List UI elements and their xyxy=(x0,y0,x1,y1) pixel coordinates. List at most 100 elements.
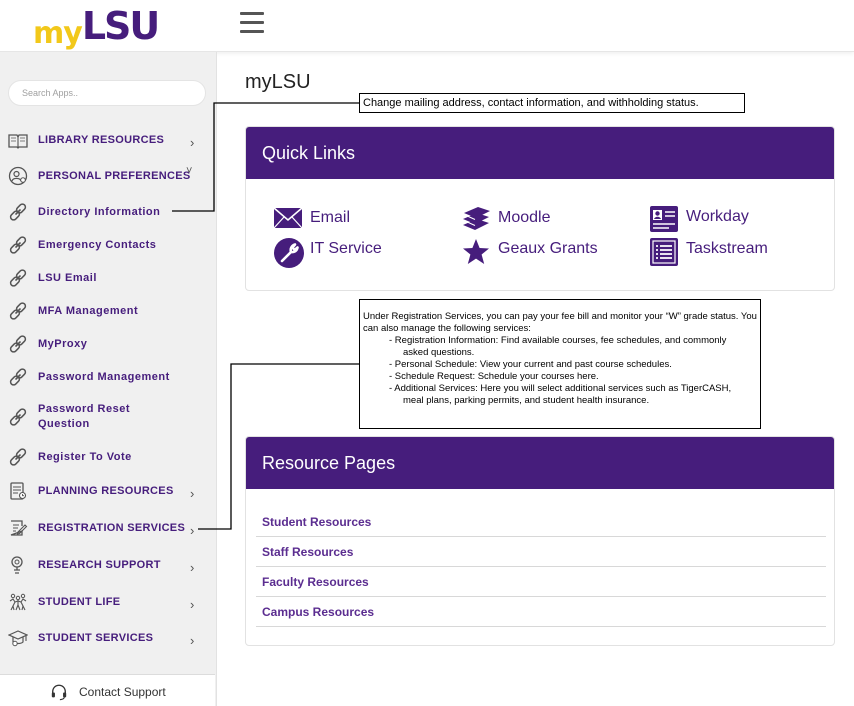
envelope-icon xyxy=(273,207,303,229)
resource-link-label: Campus Resources xyxy=(262,605,375,619)
callout-personal-preferences: Change mailing address, contact informat… xyxy=(359,93,745,113)
logo-lsu: LSU xyxy=(81,4,160,48)
link-icon xyxy=(9,203,27,221)
quick-link-geaux-grants[interactable]: Geaux Grants xyxy=(461,237,611,264)
quick-link-label: Geaux Grants xyxy=(498,240,598,257)
callout-item: - Registration Information: Find availab… xyxy=(389,335,727,346)
sidebar-item-student-life[interactable]: STUDENT LIFE › xyxy=(0,592,215,614)
quick-link-email[interactable]: Email xyxy=(273,206,423,232)
callout-item: asked questions. xyxy=(403,347,475,358)
logo-my: my xyxy=(33,16,83,51)
research-icon xyxy=(11,556,23,574)
top-bar: myLSU xyxy=(0,0,854,52)
chevron-right-icon: › xyxy=(190,597,195,612)
resource-pages-heading: Resource Pages xyxy=(246,437,834,489)
quick-link-taskstream[interactable]: Taskstream xyxy=(649,237,799,266)
resource-link-campus[interactable]: Campus Resources xyxy=(256,597,826,627)
link-icon xyxy=(9,448,27,466)
resource-link-label: Student Resources xyxy=(262,515,372,529)
search-input[interactable] xyxy=(8,80,206,106)
sidebar-item-registration-services[interactable]: REGISTRATION SERVICES › xyxy=(0,518,215,540)
sidebar-item-label: LIBRARY RESOURCES xyxy=(38,134,165,146)
sidebar-item-label: STUDENT SERVICES xyxy=(38,632,154,644)
link-icon xyxy=(9,269,27,287)
sidebar-item-personal-preferences[interactable]: PERSONAL PREFERENCES ˅ xyxy=(0,165,215,187)
sidebar-item-label: Password Management xyxy=(38,371,170,383)
quick-links-card: Quick Links Email Moodle Workday IT Serv… xyxy=(245,126,835,291)
sidebar-item-label: Password Reset Question xyxy=(38,403,130,430)
sidebar-item-lsu-email[interactable]: LSU Email xyxy=(0,268,215,290)
quick-links-heading: Quick Links xyxy=(246,127,834,179)
planning-icon xyxy=(10,482,27,500)
hamburger-icon[interactable] xyxy=(240,12,264,34)
link-icon xyxy=(9,236,27,254)
sidebar-item-mfa-management[interactable]: MFA Management xyxy=(0,301,215,323)
book-icon xyxy=(8,134,28,149)
callout-item: - Personal Schedule: View your current a… xyxy=(389,359,672,370)
list-icon xyxy=(650,238,678,266)
quick-link-it-service[interactable]: IT Service xyxy=(273,237,423,268)
person-settings-icon xyxy=(8,166,28,186)
headset-icon xyxy=(51,684,67,701)
contact-support-label: Contact Support xyxy=(79,685,166,699)
sidebar-item-label: STUDENT LIFE xyxy=(38,596,121,608)
sidebar-item-research-support[interactable]: RESEARCH SUPPORT › xyxy=(0,555,215,577)
sidebar-item-label: MyProxy xyxy=(38,338,88,350)
resource-link-label: Faculty Resources xyxy=(262,575,369,589)
quick-link-label: Taskstream xyxy=(686,240,768,257)
callout-registration-services: Under Registration Services, you can pay… xyxy=(359,299,761,429)
sidebar-item-label: Directory Information xyxy=(38,206,161,218)
link-icon xyxy=(9,302,27,320)
chevron-right-icon: › xyxy=(190,523,195,538)
sidebar-item-register-to-vote[interactable]: Register To Vote xyxy=(0,447,215,469)
resource-pages-card: Resource Pages Student Resources Staff R… xyxy=(245,436,835,646)
sidebar-item-directory-information[interactable]: Directory Information xyxy=(0,202,215,224)
registration-icon xyxy=(10,520,28,536)
star-icon xyxy=(463,239,489,264)
graduation-cap-icon xyxy=(8,630,28,647)
quick-link-label: Workday xyxy=(686,208,749,225)
sidebar-item-myproxy[interactable]: MyProxy xyxy=(0,334,215,356)
sidebar-item-label: REGISTRATION SERVICES xyxy=(38,522,186,534)
quick-link-workday[interactable]: Workday xyxy=(649,205,799,232)
id-card-icon xyxy=(650,206,678,232)
callout-item: - Additional Services: Here you will sel… xyxy=(389,383,732,394)
chevron-right-icon: › xyxy=(190,560,195,575)
resource-link-student[interactable]: Student Resources xyxy=(256,507,826,537)
chevron-right-icon: › xyxy=(190,633,195,648)
resource-link-label: Staff Resources xyxy=(262,545,354,559)
chevron-right-icon: › xyxy=(190,135,195,150)
sidebar-item-library-resources[interactable]: LIBRARY RESOURCES › xyxy=(0,130,215,152)
link-icon xyxy=(9,368,27,386)
quick-link-label: Email xyxy=(310,209,351,226)
sidebar-item-student-services[interactable]: STUDENT SERVICES › xyxy=(0,628,215,650)
chevron-down-icon: ˅ xyxy=(186,165,193,177)
link-icon xyxy=(9,408,27,426)
sidebar-item-label: MFA Management xyxy=(38,305,139,317)
sidebar: LIBRARY RESOURCES › PERSONAL PREFERENCES… xyxy=(0,52,217,706)
page: myLSU LIBRARY RESOURCES › P xyxy=(0,0,854,706)
quick-link-moodle[interactable]: Moodle xyxy=(461,206,611,232)
resource-link-staff[interactable]: Staff Resources xyxy=(256,537,826,567)
callout-intro: Under Registration Services, you can pay… xyxy=(363,311,757,334)
sidebar-item-label: PLANNING RESOURCES xyxy=(38,485,174,497)
resource-link-faculty[interactable]: Faculty Resources xyxy=(256,567,826,597)
callout-item: - Schedule Request: Schedule your course… xyxy=(389,371,599,382)
sidebar-item-label: PERSONAL PREFERENCES xyxy=(38,170,191,182)
callout-text: Change mailing address, contact informat… xyxy=(363,97,699,109)
sidebar-item-password-reset-question[interactable]: Password Reset Question xyxy=(0,400,215,434)
books-stack-icon xyxy=(463,207,490,230)
sidebar-item-emergency-contacts[interactable]: Emergency Contacts xyxy=(0,235,215,257)
wrench-icon xyxy=(274,238,304,268)
sidebar-item-label: Register To Vote xyxy=(38,451,132,463)
sidebar-item-planning-resources[interactable]: PLANNING RESOURCES › xyxy=(0,481,215,503)
sidebar-item-label: LSU Email xyxy=(38,272,97,284)
sidebar-item-label: Emergency Contacts xyxy=(38,239,157,251)
contact-support-button[interactable]: Contact Support xyxy=(0,674,215,706)
chevron-right-icon: › xyxy=(190,486,195,501)
mylsu-logo[interactable]: myLSU xyxy=(33,4,160,51)
sidebar-item-label: RESEARCH SUPPORT xyxy=(38,559,161,571)
quick-link-label: IT Service xyxy=(310,240,382,257)
link-icon xyxy=(9,335,27,353)
sidebar-item-password-management[interactable]: Password Management xyxy=(0,367,215,389)
